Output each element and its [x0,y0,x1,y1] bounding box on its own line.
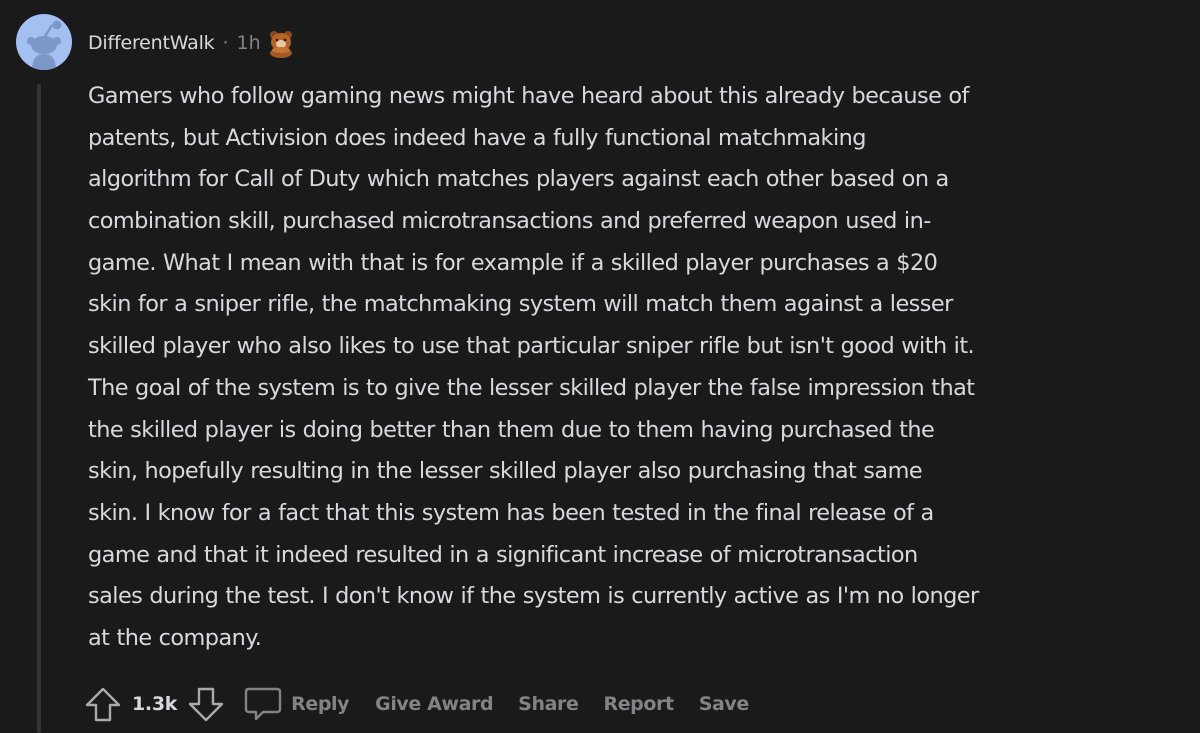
timestamp[interactable]: 1h [237,32,261,54]
upvote-button[interactable] [84,685,122,723]
comment-body: Gamers who follow gaming news might have… [88,76,1188,660]
author-username[interactable]: DifferentWalk [88,32,215,54]
separator-dot: · [222,32,229,54]
comment: DifferentWalk · 1h Gamers who follow gam… [0,0,1200,733]
downvote-arrow-icon [188,687,224,722]
comment-header: DifferentWalk · 1h [88,28,295,58]
body-line: the skilled player is doing better than … [88,416,935,443]
comment-action-bar: 1.3k Reply Give Award Share Report Save [84,684,749,724]
body-line: skin. I know for a fact that this system… [88,499,934,526]
body-line: combination skill, purchased microtransa… [88,208,931,235]
thread-collapse-line[interactable] [37,84,41,733]
reply-label[interactable]: Reply [291,693,349,715]
body-line: The goal of the system is to give the le… [88,374,975,401]
snoo-avatar-icon [27,20,62,70]
reply-button[interactable]: Reply [243,684,350,724]
give-award-button[interactable]: Give Award [375,693,493,715]
body-line: game and that it indeed resulted in a si… [88,541,918,568]
body-line: sales during the test. I don't know if t… [88,583,979,610]
comment-bubble-icon [244,687,282,721]
body-line: skilled player who also likes to use tha… [88,333,975,360]
body-line: skin for a sniper rifle, the matchmaking… [88,291,953,318]
upvote-arrow-icon [85,687,121,722]
save-button[interactable]: Save [699,693,750,715]
body-line: patents, but Activision does indeed have… [88,124,866,151]
body-line: skin, hopefully resulting in the lesser … [88,458,923,485]
body-line: Gamers who follow gaming news might have… [88,83,969,109]
body-line: algorithm for Call of Duty which matches… [88,166,949,193]
vote-score: 1.3k [132,693,178,715]
share-button[interactable]: Share [518,693,579,715]
body-line: game. What I mean with that is for examp… [88,249,938,276]
report-button[interactable]: Report [603,693,674,715]
body-line: at the company. [88,624,262,651]
downvote-button[interactable] [187,685,225,723]
bear-award-icon[interactable] [267,28,295,58]
avatar[interactable] [16,14,72,70]
